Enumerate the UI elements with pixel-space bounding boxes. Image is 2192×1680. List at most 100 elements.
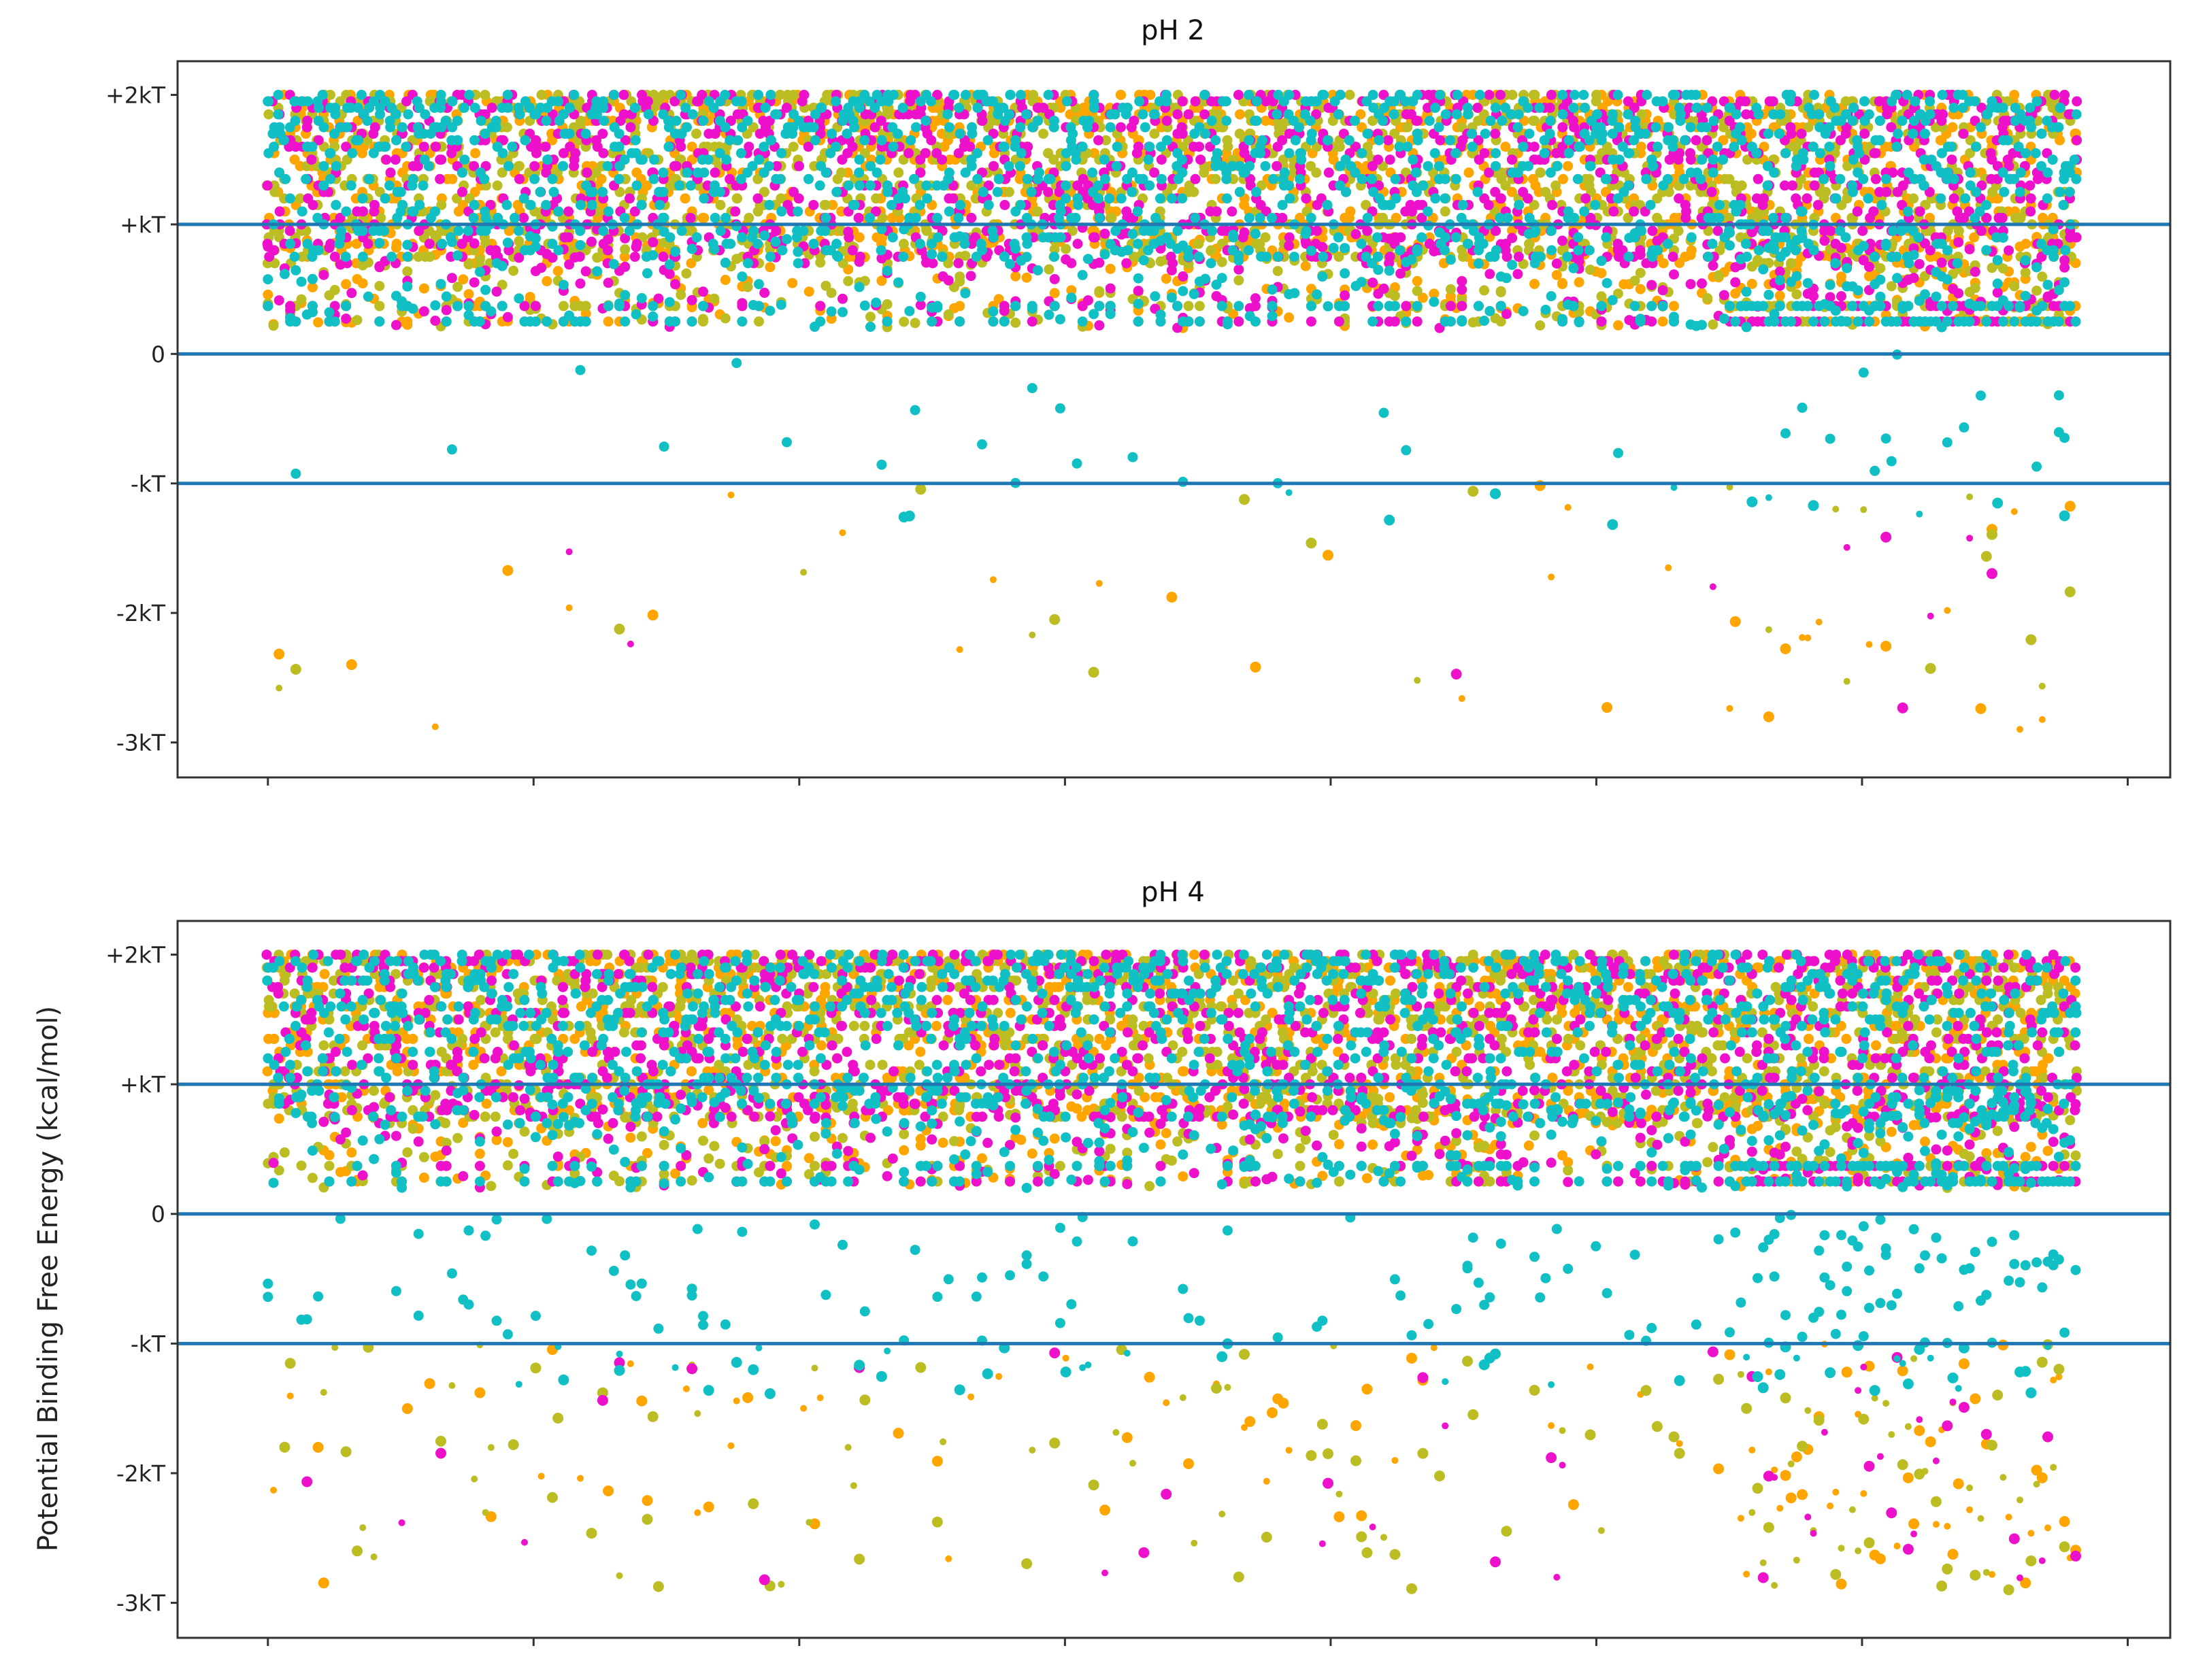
data-point [676, 290, 686, 300]
data-point [447, 96, 458, 107]
data-point [1300, 261, 1311, 271]
data-point [1685, 279, 1696, 290]
data-point [384, 180, 395, 191]
data-point [363, 291, 373, 302]
data-point [1953, 288, 1964, 299]
data-point [459, 103, 469, 113]
data-point [1189, 186, 1199, 197]
data-point [1914, 258, 1925, 269]
data-point [302, 96, 313, 107]
data-point [754, 316, 764, 327]
data-point [369, 206, 380, 217]
data-point [871, 193, 882, 204]
data-point [402, 316, 413, 327]
data-point [358, 206, 368, 217]
data-point [1791, 193, 1801, 204]
data-point [1445, 284, 1456, 295]
data-point [744, 212, 754, 223]
data-point [1233, 316, 1244, 327]
data-point [927, 258, 938, 269]
data-point [1401, 301, 1412, 312]
data-point [1166, 592, 1178, 603]
data-point [1804, 634, 1812, 641]
data-point [1105, 283, 1116, 294]
data-point [681, 268, 692, 279]
data-point [441, 316, 452, 327]
data-point [1194, 301, 1205, 312]
data-point [1021, 272, 1032, 283]
data-point [1199, 167, 1210, 178]
data-point [474, 267, 485, 278]
data-point [574, 252, 585, 262]
data-point [536, 263, 547, 273]
data-point [391, 242, 401, 253]
data-point [631, 241, 642, 252]
data-point [2038, 682, 2046, 690]
data-point [1843, 677, 1850, 685]
data-point [1149, 129, 1160, 139]
data-point [1389, 316, 1400, 327]
data-point [331, 161, 342, 171]
data-point [1072, 239, 1083, 249]
data-point [1233, 264, 1244, 275]
data-point [1301, 193, 1312, 204]
data-point [1512, 269, 1523, 280]
data-point [474, 254, 485, 265]
data-point [1395, 232, 1406, 243]
data-point [1665, 564, 1672, 571]
data-point [1116, 90, 1127, 100]
data-point [518, 212, 529, 223]
data-point [898, 239, 909, 249]
data-point [1195, 154, 1206, 165]
data-point [520, 135, 531, 146]
data-point [1868, 206, 1879, 217]
data-point [357, 225, 368, 236]
data-point [290, 265, 301, 275]
data-point [452, 301, 463, 312]
data-point [308, 199, 318, 210]
data-point [569, 90, 580, 100]
data-point [564, 103, 575, 113]
data-point [1350, 229, 1361, 239]
data-point [362, 116, 373, 127]
data-point [1843, 543, 1850, 551]
data-point [2025, 193, 2036, 204]
data-point [793, 193, 804, 204]
data-point [285, 239, 296, 249]
data-point [273, 109, 284, 120]
data-point [381, 154, 392, 165]
data-point [1129, 116, 1140, 127]
data-point [435, 279, 446, 290]
data-point [1936, 257, 1947, 268]
data-point [441, 305, 452, 316]
data-point [843, 226, 854, 237]
data-point [630, 135, 641, 146]
data-point [391, 320, 401, 331]
data-point [1250, 661, 1261, 673]
data-point [1585, 265, 1595, 275]
data-point [1729, 616, 1741, 627]
data-point [457, 186, 467, 197]
data-point [341, 279, 352, 290]
data-point [1066, 258, 1077, 269]
data-point [1038, 129, 1048, 139]
data-point [313, 245, 324, 256]
data-point [730, 206, 741, 217]
data-point [558, 161, 569, 171]
data-point [313, 317, 324, 328]
data-point [346, 659, 357, 671]
data-point [1966, 535, 1974, 542]
data-point [263, 109, 274, 120]
data-point [1958, 129, 1969, 139]
data-point [1786, 258, 1797, 269]
data-point [1815, 618, 1823, 626]
data-point [1997, 263, 2008, 274]
data-point [1156, 154, 1167, 165]
data-point [1596, 268, 1607, 279]
data-point [1190, 96, 1201, 107]
data-point [501, 199, 512, 210]
data-point [1061, 243, 1072, 254]
data-point [1564, 504, 1572, 511]
data-point [587, 186, 598, 197]
data-point [1870, 173, 1881, 184]
